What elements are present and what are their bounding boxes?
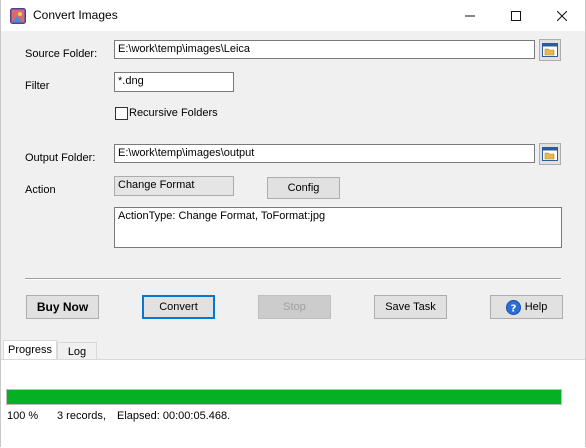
help-icon: ? bbox=[505, 299, 521, 315]
progress-percent: 100 % bbox=[7, 410, 39, 422]
config-button[interactable]: Config bbox=[267, 177, 340, 199]
separator bbox=[25, 278, 561, 280]
source-folder-label: Source Folder: bbox=[25, 48, 98, 60]
buy-now-button[interactable]: Buy Now bbox=[26, 295, 99, 319]
elapsed-time: Elapsed: 00:00:05.468. bbox=[117, 410, 231, 422]
maximize-button[interactable] bbox=[493, 0, 539, 31]
app-icon bbox=[10, 8, 26, 24]
folder-icon bbox=[542, 43, 558, 57]
window-title: Convert Images bbox=[33, 8, 118, 22]
help-button[interactable]: ? Help bbox=[490, 295, 563, 319]
records-count: 3 records, bbox=[57, 410, 106, 422]
action-dropdown[interactable]: Change Format bbox=[114, 176, 234, 196]
tab-progress[interactable]: Progress bbox=[3, 340, 57, 360]
action-details-text: ActionType: Change Format, ToFormat:jpg bbox=[114, 207, 562, 248]
output-folder-browse-button[interactable] bbox=[539, 143, 561, 165]
filter-label: Filter bbox=[25, 80, 50, 92]
output-folder-label: Output Folder: bbox=[25, 152, 96, 164]
close-button[interactable] bbox=[539, 0, 585, 31]
maximize-icon bbox=[511, 10, 521, 21]
action-label: Action bbox=[25, 184, 56, 196]
progress-bar bbox=[6, 389, 562, 405]
source-folder-input[interactable]: E:\work\temp\images\Leica bbox=[114, 40, 535, 59]
source-folder-browse-button[interactable] bbox=[539, 39, 561, 61]
tab-log[interactable]: Log bbox=[57, 342, 97, 360]
save-task-button[interactable]: Save Task bbox=[374, 295, 447, 319]
help-label: Help bbox=[524, 301, 548, 313]
svg-text:?: ? bbox=[510, 303, 516, 314]
recursive-folders-checkbox[interactable] bbox=[115, 107, 128, 120]
progress-bar-fill bbox=[7, 390, 561, 404]
stop-button[interactable]: Stop bbox=[258, 295, 331, 319]
convert-images-window: Convert Images Source Folder: E:\work\te… bbox=[0, 0, 586, 448]
title-bar: Convert Images bbox=[1, 0, 585, 31]
close-icon bbox=[557, 10, 567, 21]
output-folder-input[interactable]: E:\work\temp\images\output bbox=[114, 144, 535, 163]
convert-button[interactable]: Convert bbox=[142, 295, 215, 319]
minimize-icon bbox=[465, 15, 475, 16]
action-value: Change Format bbox=[118, 179, 195, 191]
folder-icon bbox=[542, 147, 558, 161]
filter-dropdown[interactable]: *.dng bbox=[114, 72, 234, 92]
minimize-button[interactable] bbox=[447, 0, 493, 31]
filter-value: *.dng bbox=[118, 75, 144, 87]
recursive-folders-label: Recursive Folders bbox=[129, 107, 218, 119]
